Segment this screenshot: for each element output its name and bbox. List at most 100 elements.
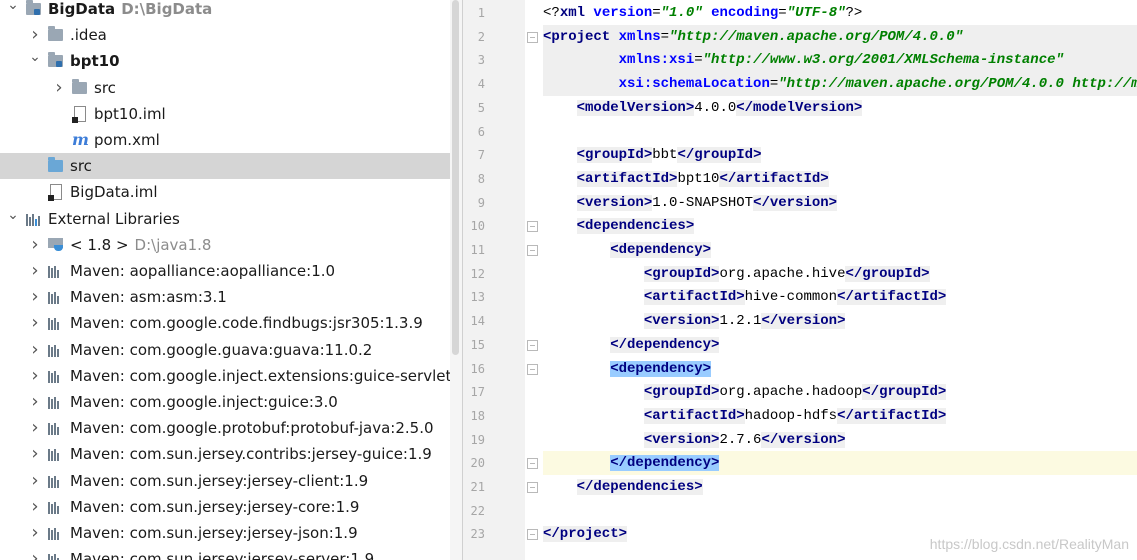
collapse-arrow-icon[interactable]: › xyxy=(28,468,42,494)
tree-item-label: Maven: com.sun.jersey:jersey-core:1.9 xyxy=(70,497,360,516)
project-tree-panel: ⌄ BigData D:\BigData › .idea ⌄ bpt10 › src bpt10.… xyxy=(0,0,450,560)
fold-marker-icon[interactable] xyxy=(527,245,538,256)
tree-item[interactable]: › Maven: com.sun.jersey:jersey-server:1.9 xyxy=(0,546,450,560)
tree-item-label: src xyxy=(94,78,116,97)
code-line[interactable]: </dependencies> xyxy=(543,475,1137,499)
collapse-arrow-icon[interactable]: › xyxy=(28,22,42,48)
code-editor[interactable]: 1 2 3 4 5 6 7 8 9 10 11 12 13 14 15 16 17 18 19 20 21 22 23 <?… xyxy=(462,0,1137,560)
tree-item[interactable]: › Maven: aopalliance:aopalliance:1.0 xyxy=(0,258,450,284)
tree-item-label: Maven: com.sun.jersey.contribs:jersey-gu… xyxy=(70,445,432,464)
code-line[interactable] xyxy=(543,120,1137,144)
code-token: </artifactId> xyxy=(837,407,947,424)
fold-marker-icon[interactable] xyxy=(527,31,538,43)
code-line[interactable]: <dependencies> xyxy=(543,214,1137,238)
tree-item[interactable]: ⌄ BigData D:\BigData xyxy=(0,0,450,22)
code-line[interactable]: xmlns:xsi="http://www.w3.org/2001/XMLSch… xyxy=(543,48,1137,73)
code-line[interactable]: xsi:schemaLocation="http://maven.apache.… xyxy=(543,72,1137,97)
tree-item[interactable]: m pom.xml xyxy=(0,127,450,153)
tree-item[interactable]: › src xyxy=(0,75,450,101)
code-token: </dependency> xyxy=(610,336,720,353)
collapse-arrow-icon[interactable]: › xyxy=(52,75,66,101)
collapse-arrow-icon[interactable]: › xyxy=(28,337,42,363)
collapse-arrow-icon[interactable]: › xyxy=(28,284,42,310)
collapse-arrow-icon[interactable]: › xyxy=(28,389,42,415)
code-line[interactable]: <?xml version="1.0" encoding="UTF-8"?> xyxy=(543,1,1137,25)
tree-item[interactable]: › .idea xyxy=(0,22,450,48)
fold-marker-icon[interactable] xyxy=(527,363,538,375)
code-token: = xyxy=(652,5,661,21)
tree-item[interactable]: BigData.iml xyxy=(0,179,450,205)
tree-item-label: bpt10 xyxy=(70,52,120,71)
fold-marker-icon[interactable] xyxy=(527,221,538,233)
expand-arrow-icon[interactable]: ⌄ xyxy=(28,48,42,74)
fold-marker-icon[interactable] xyxy=(527,339,538,351)
tree-item[interactable]: › Maven: com.sun.jersey:jersey-core:1.9 xyxy=(0,494,450,520)
line-number: 21 xyxy=(470,480,485,494)
code-line[interactable]: <modelVersion>4.0.0</modelVersion> xyxy=(543,96,1137,120)
tree-item[interactable]: › Maven: asm:asm:3.1 xyxy=(0,284,450,310)
library-icon xyxy=(48,501,62,514)
fold-marker-icon[interactable] xyxy=(527,458,538,470)
tree-item[interactable]: ⌄ External Libraries xyxy=(0,206,450,232)
tree-item[interactable]: › Maven: com.google.protobuf:protobuf-jav… xyxy=(0,415,450,441)
code-area[interactable]: <?xml version="1.0" encoding="UTF-8"?> <p… xyxy=(543,0,1137,560)
expand-arrow-icon[interactable]: ⌄ xyxy=(6,206,20,232)
code-line[interactable]: <version>2.7.6</version> xyxy=(543,428,1137,452)
tree-item-label: BigData D:\BigData xyxy=(48,0,213,18)
code-line[interactable]: <artifactId>bpt10</artifactId> xyxy=(543,167,1137,191)
code-token: </version> xyxy=(761,313,846,330)
expand-arrow-icon[interactable]: ⌄ xyxy=(6,0,20,22)
collapse-arrow-icon[interactable]: › xyxy=(28,363,42,389)
tree-item[interactable]: bpt10.iml xyxy=(0,101,450,127)
collapse-arrow-icon[interactable]: › xyxy=(28,546,42,560)
code-line[interactable]: <dependency> xyxy=(543,357,1137,381)
tree-item[interactable]: ⌄ bpt10 xyxy=(0,48,450,74)
tree-item[interactable]: › Maven: com.google.inject.extensions:gui… xyxy=(0,363,450,389)
tree-item[interactable]: › Maven: com.sun.jersey.contribs:jersey-g… xyxy=(0,441,450,467)
tree-item[interactable]: › Maven: com.sun.jersey:jersey-client:1.9 xyxy=(0,468,450,494)
collapse-arrow-icon[interactable]: › xyxy=(28,258,42,284)
code-token: <artifactId> xyxy=(643,407,745,424)
tree-item-label: Maven: asm:asm:3.1 xyxy=(70,288,227,307)
collapse-arrow-icon[interactable]: › xyxy=(28,415,42,441)
fold-marker-icon[interactable] xyxy=(527,529,538,541)
code-token: </artifactId> xyxy=(719,170,829,187)
code-line[interactable]: <version>1.0-SNAPSHOT</version> xyxy=(543,191,1137,215)
tree-item[interactable]: › Maven: com.google.guava:guava:11.0.2 xyxy=(0,337,450,363)
collapse-arrow-icon[interactable]: › xyxy=(28,520,42,546)
tree-item[interactable]: › < 1.8 > D:\java1.8 xyxy=(0,232,450,258)
code-line[interactable]: <groupId>org.apache.hadoop</groupId> xyxy=(543,380,1137,404)
jdk-icon xyxy=(48,237,64,252)
project-tree-scrollbar-thumb[interactable] xyxy=(452,0,459,355)
code-line[interactable]: <groupId>bbt</groupId> xyxy=(543,143,1137,167)
tree-item[interactable]: › Maven: com.google.code.findbugs:jsr305:… xyxy=(0,310,450,336)
code-line[interactable]: <project xmlns="http://maven.apache.org/… xyxy=(543,24,1137,49)
code-token: <dependency> xyxy=(610,360,712,377)
collapse-arrow-icon[interactable]: › xyxy=(28,310,42,336)
code-line[interactable]: <dependency> xyxy=(543,238,1137,262)
tree-item-label: BigData.iml xyxy=(70,183,158,202)
library-icon xyxy=(48,449,62,462)
line-number: 23 xyxy=(470,527,485,542)
tree-item[interactable]: src xyxy=(0,153,450,180)
code-line[interactable]: </dependency> xyxy=(543,333,1137,357)
code-line[interactable]: <version>1.2.1</version> xyxy=(543,309,1137,333)
fold-marker-icon[interactable] xyxy=(527,482,538,493)
collapse-arrow-icon[interactable]: › xyxy=(28,232,42,258)
code-token: <artifactId> xyxy=(576,170,678,187)
code-token: version xyxy=(593,5,653,21)
tree-item[interactable]: › Maven: com.google.inject:guice:3.0 xyxy=(0,389,450,415)
line-number: 14 xyxy=(470,314,485,329)
line-number: 7 xyxy=(477,148,485,163)
collapse-arrow-icon[interactable]: › xyxy=(28,494,42,520)
code-line[interactable]: </dependency> xyxy=(543,451,1137,476)
collapse-arrow-icon[interactable]: › xyxy=(28,441,42,467)
code-line[interactable] xyxy=(543,499,1137,523)
code-line[interactable]: <groupId>org.apache.hive</groupId> xyxy=(543,262,1137,286)
tree-item[interactable]: › Maven: com.sun.jersey:jersey-json:1.9 xyxy=(0,520,450,546)
line-number: 22 xyxy=(470,503,485,518)
code-line[interactable]: <artifactId>hadoop-hdfs</artifactId> xyxy=(543,404,1137,428)
code-line[interactable]: <artifactId>hive-common</artifactId> xyxy=(543,285,1137,309)
